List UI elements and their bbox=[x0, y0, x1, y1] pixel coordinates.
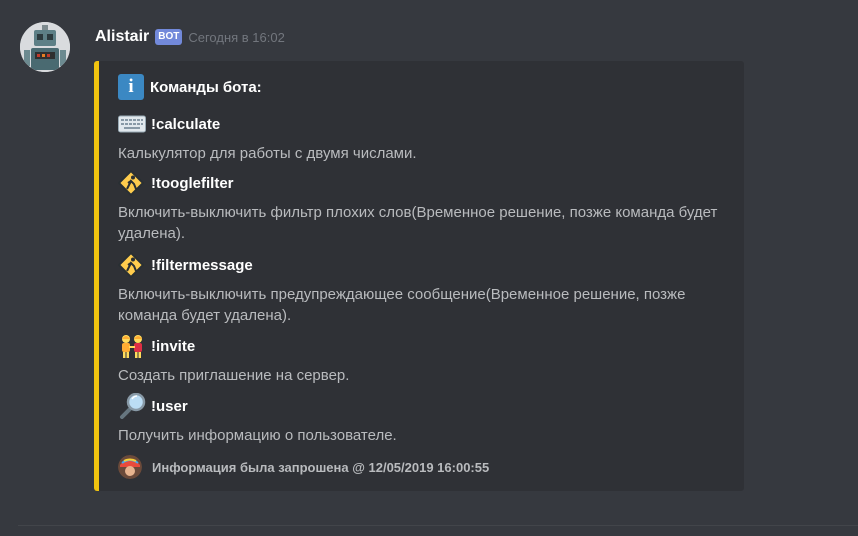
message-header: Alistair BOT Сегодня в 16:02 bbox=[95, 24, 285, 50]
command-name: !tooglefilter bbox=[151, 174, 234, 192]
command-name: !calculate bbox=[151, 115, 221, 133]
keyboard-icon bbox=[118, 112, 148, 136]
construction-sign-icon bbox=[118, 170, 148, 196]
bot-tag-badge: BOT bbox=[155, 29, 183, 45]
command-user: !user bbox=[118, 393, 188, 419]
command-description: Калькулятор для работы с двумя числами. bbox=[118, 145, 417, 162]
embed-card: i Команды бота: !calculate Калькулятор д… bbox=[94, 61, 744, 491]
command-name: !user bbox=[151, 397, 188, 415]
command-name: !invite bbox=[151, 337, 196, 355]
magnifying-glass-icon bbox=[118, 393, 148, 419]
embed-title-text: Команды бота: bbox=[150, 78, 262, 96]
information-icon: i bbox=[118, 74, 144, 100]
author-username[interactable]: Alistair bbox=[95, 28, 149, 46]
command-calculate: !calculate bbox=[118, 112, 220, 136]
embed-footer: Информация была запрошена @ 12/05/2019 1… bbox=[118, 455, 489, 479]
footer-text: Информация была запрошена @ 12/05/2019 1… bbox=[152, 459, 490, 475]
command-description: Включить-выключить предупреждающее сообщ… bbox=[118, 286, 686, 324]
construction-sign-icon bbox=[118, 252, 148, 278]
command-tooglefilter: !tooglefilter bbox=[118, 170, 234, 196]
people-holding-hands-icon bbox=[118, 334, 148, 358]
bot-avatar[interactable] bbox=[20, 22, 70, 72]
requester-avatar-icon bbox=[118, 455, 142, 479]
command-invite: !invite bbox=[118, 334, 195, 358]
embed-title: i Команды бота: bbox=[118, 74, 262, 100]
message-divider bbox=[18, 525, 858, 526]
message-timestamp: Сегодня в 16:02 bbox=[188, 29, 285, 45]
command-description: Создать приглашение на сервер. bbox=[118, 367, 350, 384]
command-name: !filtermessage bbox=[151, 256, 253, 274]
robot-avatar-icon bbox=[20, 22, 70, 72]
command-description: Получить информацию о пользователе. bbox=[118, 427, 397, 444]
command-description: Включить-выключить фильтр плохих слов(Вр… bbox=[118, 204, 718, 242]
command-filtermessage: !filtermessage bbox=[118, 252, 253, 278]
